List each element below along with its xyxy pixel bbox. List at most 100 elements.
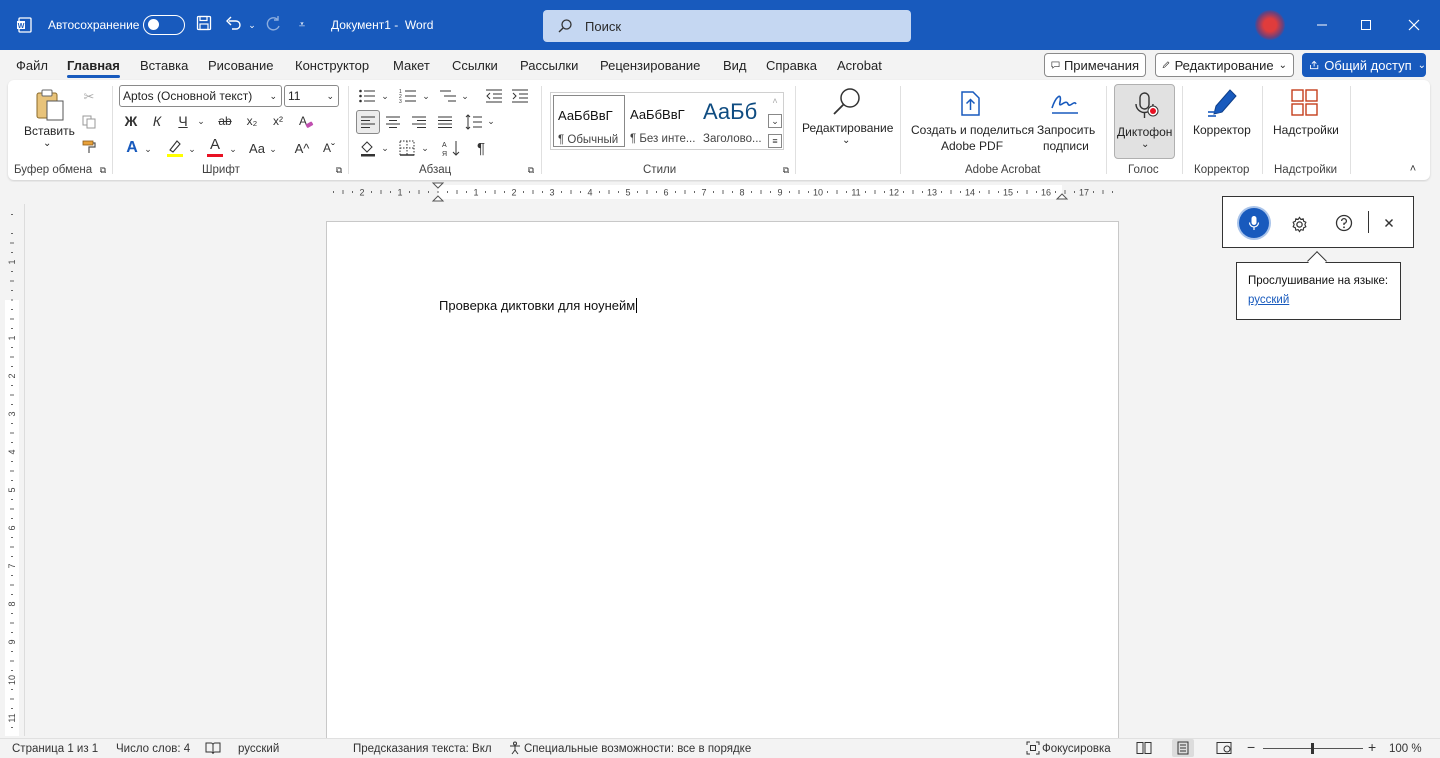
chevron-down-icon[interactable]: ⌄: [486, 115, 496, 127]
comments-button[interactable]: Примечания: [1044, 53, 1146, 77]
numbering-icon[interactable]: 123: [398, 87, 418, 105]
show-formatting-marks-icon[interactable]: ¶: [471, 138, 491, 158]
chevron-down-icon[interactable]: ⌄: [421, 90, 431, 102]
redo-icon[interactable]: [263, 15, 283, 35]
align-center-icon[interactable]: [383, 112, 403, 132]
customize-toolbar-icon[interactable]: ⩡: [292, 15, 312, 35]
share-button[interactable]: Общий доступ ⌄: [1302, 53, 1426, 77]
dialog-launcher-icon[interactable]: ⧉: [781, 165, 791, 175]
italic-button[interactable]: К: [148, 112, 166, 130]
chevron-down-icon[interactable]: ⌄: [196, 114, 206, 128]
change-case-button[interactable]: Aa: [247, 138, 267, 158]
shading-icon[interactable]: [358, 138, 378, 158]
dialog-launcher-icon[interactable]: ⧉: [334, 165, 344, 175]
copy-icon[interactable]: [80, 113, 98, 131]
tab-view[interactable]: Вид: [723, 58, 747, 73]
chevron-up-icon[interactable]: ˄: [768, 94, 782, 108]
zoom-slider-thumb[interactable]: [1311, 743, 1314, 754]
style-no-spacing[interactable]: АаБбВвГ ¶ Без инте...: [626, 95, 698, 147]
font-name-combo[interactable]: Aptos (Основной текст) ⌄: [119, 85, 282, 107]
save-icon[interactable]: [194, 15, 214, 35]
dialog-launcher-icon[interactable]: ⧉: [98, 165, 108, 175]
accessibility-icon[interactable]: [508, 741, 522, 758]
sort-icon[interactable]: AЯ: [441, 138, 463, 158]
font-size-combo[interactable]: 11 ⌄: [284, 85, 339, 107]
cut-icon[interactable]: ✂: [80, 88, 98, 106]
chevron-down-icon[interactable]: ⌄: [380, 142, 390, 154]
status-page-count[interactable]: Страница 1 из 1: [12, 743, 98, 755]
chevron-down-icon[interactable]: ⌄: [187, 142, 197, 156]
help-icon[interactable]: [1334, 213, 1354, 233]
tab-home[interactable]: Главная: [67, 58, 120, 78]
dictation-language-link[interactable]: русский: [1248, 294, 1289, 306]
underline-button[interactable]: Ч: [174, 112, 192, 130]
align-right-icon[interactable]: [409, 112, 429, 132]
bullets-icon[interactable]: [357, 87, 377, 105]
tab-layout[interactable]: Макет: [393, 58, 430, 73]
status-focus[interactable]: Фокусировка: [1042, 743, 1111, 755]
zoom-in-icon[interactable]: +: [1368, 740, 1376, 754]
chevron-down-icon[interactable]: ⌄: [228, 142, 238, 156]
print-layout-icon[interactable]: [1172, 739, 1194, 757]
grow-font-button[interactable]: A^: [291, 138, 313, 158]
increase-indent-icon[interactable]: [510, 87, 530, 105]
format-painter-icon[interactable]: [80, 138, 98, 156]
clear-formatting-icon[interactable]: A: [296, 112, 316, 132]
focus-icon[interactable]: [1026, 741, 1040, 758]
status-language[interactable]: русский: [238, 743, 279, 755]
vertical-ruler[interactable]: 1 1 2 3 4 5 6 7 8 9 10 11: [0, 204, 24, 736]
dialog-launcher-icon[interactable]: ⧉: [526, 165, 536, 175]
settings-gear-icon[interactable]: [1289, 214, 1309, 234]
tab-references[interactable]: Ссылки: [452, 58, 498, 73]
line-spacing-icon[interactable]: [463, 112, 485, 132]
chevron-down-icon[interactable]: ⌄: [143, 142, 153, 156]
web-layout-icon[interactable]: [1216, 741, 1232, 758]
minimize-icon[interactable]: [1310, 13, 1334, 37]
search-box[interactable]: Поиск: [543, 10, 911, 42]
font-color-icon[interactable]: A: [204, 136, 226, 158]
chevron-down-icon[interactable]: ⌄: [460, 90, 470, 102]
tab-file[interactable]: Файл: [16, 58, 48, 73]
align-left-icon[interactable]: [356, 110, 380, 134]
close-window-icon[interactable]: [1402, 13, 1426, 37]
style-normal[interactable]: АаБбВвГ ¶ Обычный: [553, 95, 625, 147]
text-effects-icon[interactable]: A: [122, 138, 142, 158]
document-text[interactable]: Проверка диктовки для ноунейм: [439, 298, 638, 313]
borders-icon[interactable]: [397, 138, 417, 158]
status-accessibility[interactable]: Специальные возможности: все в порядке: [524, 743, 751, 755]
status-text-predictions[interactable]: Предсказания текста: Вкл: [353, 743, 492, 755]
chevron-down-icon[interactable]: ⌄: [768, 114, 782, 128]
close-icon[interactable]: [1379, 213, 1399, 233]
tab-mailings[interactable]: Рассылки: [520, 58, 578, 73]
editing-mode-button[interactable]: Редактирование ⌄: [1155, 53, 1294, 77]
zoom-out-icon[interactable]: −: [1247, 740, 1255, 754]
status-zoom-level[interactable]: 100 %: [1389, 743, 1422, 755]
status-word-count[interactable]: Число слов: 4: [116, 743, 190, 755]
chevron-down-icon[interactable]: ⌄: [420, 142, 430, 154]
autosave-toggle[interactable]: [143, 15, 185, 35]
bold-button[interactable]: Ж: [122, 112, 140, 130]
proofing-book-icon[interactable]: [205, 741, 221, 758]
maximize-icon[interactable]: [1354, 13, 1378, 37]
strikethrough-button[interactable]: ab: [214, 112, 236, 130]
tab-design[interactable]: Конструктор: [295, 58, 369, 73]
tab-draw[interactable]: Рисование: [208, 58, 273, 73]
chevron-down-icon[interactable]: ⌄: [268, 142, 278, 156]
justify-icon[interactable]: [435, 112, 455, 132]
tab-insert[interactable]: Вставка: [140, 58, 188, 73]
undo-dropdown-icon[interactable]: ⌄: [242, 15, 262, 35]
undo-icon[interactable]: [224, 15, 244, 35]
style-heading1[interactable]: АаБб Заголово...: [699, 95, 771, 147]
tab-acrobat[interactable]: Acrobat: [837, 58, 882, 73]
dictation-mic-button[interactable]: [1239, 208, 1269, 238]
read-mode-icon[interactable]: [1136, 741, 1152, 758]
decrease-indent-icon[interactable]: [484, 87, 504, 105]
subscript-button[interactable]: x₂: [242, 112, 262, 130]
multilevel-list-icon[interactable]: [438, 87, 458, 105]
tab-review[interactable]: Рецензирование: [600, 58, 700, 73]
collapse-ribbon-icon[interactable]: ˄: [1406, 162, 1420, 176]
highlight-color-icon[interactable]: [164, 138, 186, 158]
dictate-button[interactable]: Диктофон ⌄: [1114, 84, 1175, 159]
tab-help[interactable]: Справка: [766, 58, 817, 73]
styles-more-icon[interactable]: ≡: [768, 134, 782, 148]
